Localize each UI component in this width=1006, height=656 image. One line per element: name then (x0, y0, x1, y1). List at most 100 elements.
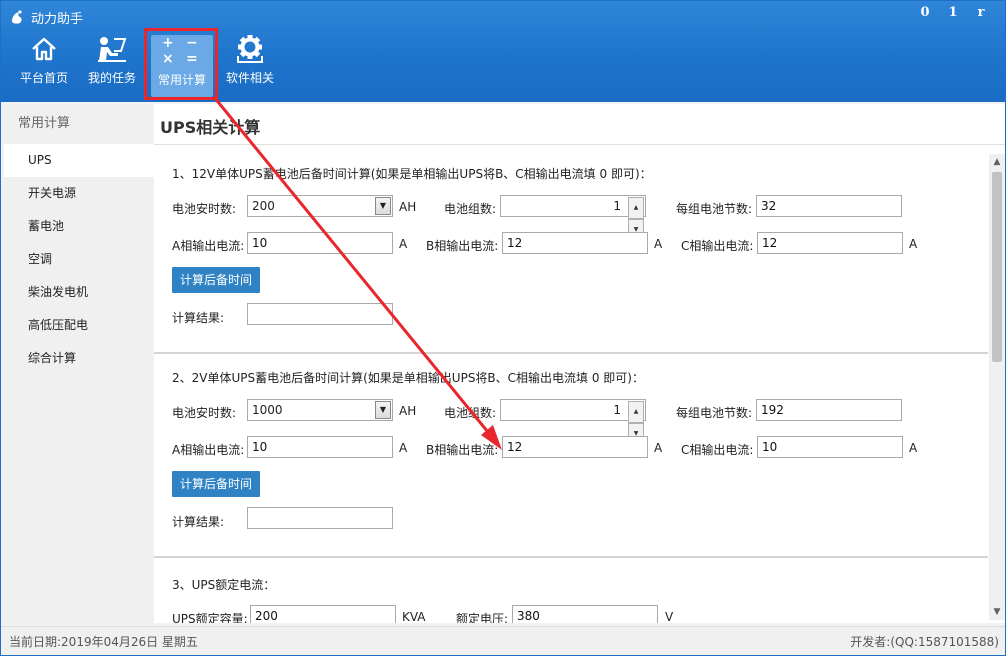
section-divider (154, 556, 988, 558)
plus-symbol: + (162, 35, 174, 51)
groups-value: 1 (613, 199, 621, 213)
result-field[interactable] (247, 303, 393, 325)
cells-label: 每组电池节数: (676, 202, 753, 216)
calculator-icon: + − × = (162, 35, 200, 67)
spin-up-icon[interactable]: ▲ (628, 197, 644, 219)
phase-c-label: C相输出电流: (681, 239, 754, 253)
phase-a-unit: A (399, 237, 408, 251)
rated-voltage-label: 额定电压: (456, 612, 509, 623)
toolbar-software-button[interactable]: 软件相关 (220, 33, 280, 97)
home-icon (26, 33, 62, 65)
toolbar-calc-label: 常用计算 (157, 73, 206, 87)
equals-symbol: = (186, 51, 198, 67)
sidebar-item-diesel-generator[interactable]: 柴油发电机 (4, 276, 154, 309)
section-12v-title: 1、12V单体UPS蓄电池后备时间计算(如果是单相输出UPS将B、C相输出电流填… (172, 167, 652, 181)
scroll-up-icon[interactable]: ▲ (989, 154, 1005, 170)
rated-capacity-label: UPS额定容量: (172, 612, 248, 623)
phase-c-unit: A (909, 237, 918, 251)
main-panel: UPS相关计算 1、12V单体UPS蓄电池后备时间计算(如果是单相输出UPS将B… (154, 104, 1005, 623)
cells-input[interactable]: 192 (756, 399, 902, 421)
groups-value: 1 (613, 403, 621, 417)
app-title-bar: 动力助手 (9, 7, 83, 27)
cells-input[interactable]: 32 (756, 195, 902, 217)
sidebar-item-switch-power[interactable]: 开关电源 (4, 177, 154, 210)
phase-a-label: A相输出电流: (172, 239, 245, 253)
groups-spinner[interactable]: 1 ▲ ▼ (500, 399, 646, 445)
vertical-scrollbar[interactable]: ▲ ▼ (989, 154, 1005, 620)
task-icon (94, 33, 130, 65)
toolbar-home-label: 平台首页 (19, 71, 68, 85)
sidebar-header: 常用计算 (18, 116, 71, 131)
maximize-button[interactable]: 1 (939, 5, 967, 20)
close-button[interactable]: r (967, 5, 995, 20)
rated-capacity-input[interactable]: 200 (250, 605, 396, 623)
header-bar: 动力助手 0 1 r 平台首页 我的任务 + − × = 常用计算 软件相关 (1, 1, 1005, 102)
calc-backup-time-button[interactable]: 计算后备时间 (172, 267, 261, 293)
sidebar-item-battery[interactable]: 蓄电池 (4, 210, 154, 243)
phase-c-input[interactable]: 10 (757, 436, 903, 458)
capacity-label: 电池安时数: (172, 406, 237, 420)
app-logo-icon (12, 10, 22, 24)
phase-b-input[interactable]: 12 (502, 232, 648, 254)
phase-b-label: B相输出电流: (426, 443, 499, 457)
groups-label: 电池组数: (444, 406, 497, 420)
cells-label: 每组电池节数: (676, 406, 753, 420)
section-2v-title: 2、2V单体UPS蓄电池后备时间计算(如果是单相输出UPS将B、C相输出电流填 … (172, 371, 644, 385)
capacity-select-value: 200 (252, 199, 275, 213)
section-2v: 2、2V单体UPS蓄电池后备时间计算(如果是单相输出UPS将B、C相输出电流填 … (154, 355, 988, 555)
minimize-button[interactable]: 0 (911, 5, 939, 20)
phase-a-input[interactable]: 10 (247, 232, 393, 254)
capacity-select[interactable]: 1000 ▼ (247, 399, 393, 421)
minus-symbol: − (186, 35, 198, 51)
phase-b-unit: A (654, 441, 663, 455)
capacity-select-value: 1000 (252, 403, 283, 417)
spin-up-icon[interactable]: ▲ (628, 401, 644, 423)
sidebar-item-ups[interactable]: UPS (4, 144, 154, 177)
section-rated-current-title: 3、UPS额定电流： (172, 578, 276, 592)
current-date: 当前日期:2019年04月26日 星期五 (9, 635, 198, 649)
section-12v: 1、12V单体UPS蓄电池后备时间计算(如果是单相输出UPS将B、C相输出电流填… (154, 145, 988, 355)
phase-a-input[interactable]: 10 (247, 436, 393, 458)
calc-backup-time-button[interactable]: 计算后备时间 (172, 471, 261, 497)
chevron-down-icon[interactable]: ▼ (375, 197, 391, 215)
rated-voltage-input[interactable]: 380 (512, 605, 658, 623)
sidebar-item-general-calc[interactable]: 综合计算 (4, 342, 154, 375)
phase-b-label: B相输出电流: (426, 239, 499, 253)
window-controls: 0 1 r (911, 5, 995, 20)
toolbar-task-label: 我的任务 (87, 71, 136, 85)
status-bar: 当前日期:2019年04月26日 星期五 开发者:(QQ:1587101588) (1, 626, 1005, 655)
groups-label: 电池组数: (444, 202, 497, 216)
sidebar-item-power-distribution[interactable]: 高低压配电 (4, 309, 154, 342)
phase-a-unit: A (399, 441, 408, 455)
gear-icon (232, 33, 268, 65)
capacity-unit: AH (399, 404, 417, 418)
scroll-down-icon[interactable]: ▼ (989, 604, 1005, 620)
developer-info: 开发者:(QQ:1587101588) (850, 635, 999, 649)
section-divider (154, 352, 988, 354)
spinner-buttons[interactable]: ▲ ▼ (628, 197, 644, 241)
toolbar-calc-button[interactable]: + − × = 常用计算 (151, 35, 213, 97)
spinner-buttons[interactable]: ▲ ▼ (628, 401, 644, 445)
app-title: 动力助手 (31, 11, 84, 27)
section-rated-current: 3、UPS额定电流： UPS额定容量: 200 KVA 额定电压: 380 V (154, 559, 988, 623)
chevron-down-icon[interactable]: ▼ (375, 401, 391, 419)
sidebar-item-air-conditioner[interactable]: 空调 (4, 243, 154, 276)
capacity-select[interactable]: 200 ▼ (247, 195, 393, 217)
scrollbar-thumb[interactable] (992, 172, 1002, 362)
result-field[interactable] (247, 507, 393, 529)
sidebar: 常用计算 UPS 开关电源 蓄电池 空调 柴油发电机 高低压配电 综合计算 (4, 104, 154, 623)
toolbar-task-button[interactable]: 我的任务 (83, 33, 141, 97)
capacity-unit: AH (399, 200, 417, 214)
phase-a-label: A相输出电流: (172, 443, 245, 457)
groups-spinner[interactable]: 1 ▲ ▼ (500, 195, 646, 241)
phase-c-input[interactable]: 12 (757, 232, 903, 254)
toolbar-home-button[interactable]: 平台首页 (15, 33, 73, 97)
content-area: 1、12V单体UPS蓄电池后备时间计算(如果是单相输出UPS将B、C相输出电流填… (154, 145, 988, 623)
capacity-label: 电池安时数: (172, 202, 237, 216)
phase-c-unit: A (909, 441, 918, 455)
result-label: 计算结果: (172, 515, 225, 529)
phase-b-input[interactable]: 12 (502, 436, 648, 458)
phase-c-label: C相输出电流: (681, 443, 754, 457)
rated-capacity-unit: KVA (402, 610, 426, 623)
page-title: UPS相关计算 (160, 118, 261, 137)
